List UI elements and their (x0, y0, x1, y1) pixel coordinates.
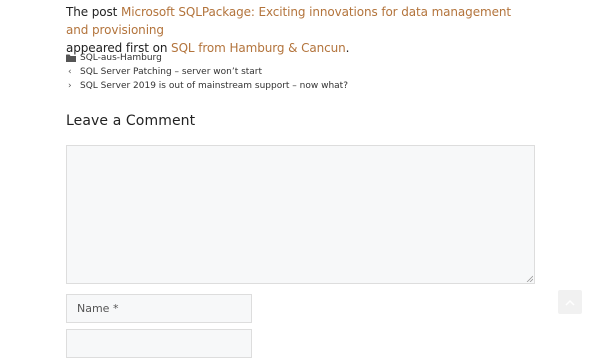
category-row: SQL-aus-Hamburg (66, 51, 348, 65)
post-source-note: The post Microsoft SQLPackage: Exciting … (66, 3, 536, 57)
email-input[interactable] (66, 329, 252, 358)
folder-icon (66, 54, 80, 62)
category-link[interactable]: SQL-aus-Hamburg (80, 51, 162, 65)
comment-textarea[interactable] (66, 145, 535, 284)
back-to-top-button[interactable] (558, 290, 582, 314)
post-prefix-text: The post (66, 5, 121, 19)
previous-post-link[interactable]: SQL Server Patching – server won’t start (80, 65, 262, 79)
name-placeholder: Name * (77, 302, 119, 315)
post-title-link[interactable]: Microsoft SQLPackage: Exciting innovatio… (66, 5, 511, 37)
next-post-row: › SQL Server 2019 is out of mainstream s… (66, 79, 348, 93)
resize-grip-icon[interactable] (526, 275, 533, 282)
name-input[interactable]: Name * (66, 294, 252, 323)
post-meta: SQL-aus-Hamburg ‹ SQL Server Patching – … (66, 51, 348, 93)
previous-post-row: ‹ SQL Server Patching – server won’t sta… (66, 65, 348, 79)
next-post-link[interactable]: SQL Server 2019 is out of mainstream sup… (80, 79, 348, 93)
chevron-right-icon: › (68, 81, 72, 91)
chevron-left-icon: ‹ (68, 67, 72, 77)
chevron-up-icon (565, 299, 575, 306)
leave-comment-heading: Leave a Comment (66, 113, 196, 129)
